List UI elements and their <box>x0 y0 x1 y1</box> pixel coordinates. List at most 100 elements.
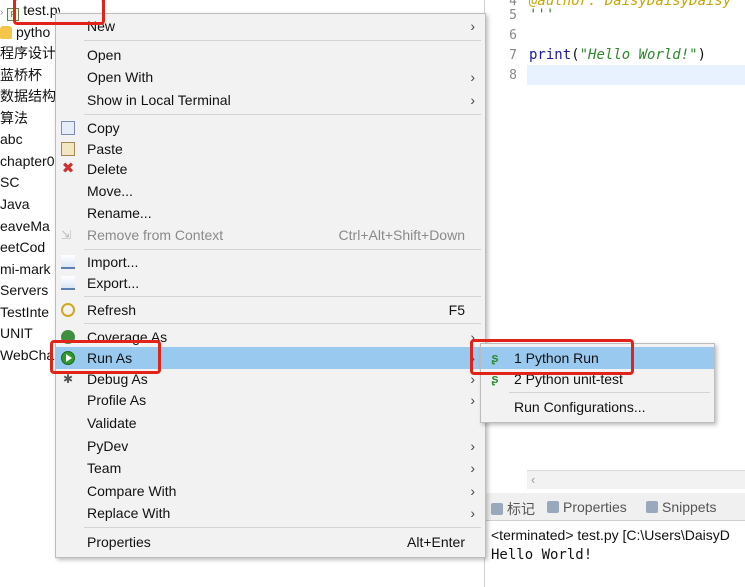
code-line-docstring: ''' <box>529 7 555 23</box>
tree-item-label: TestInte <box>0 304 50 320</box>
menu-item-show-in-local-terminal[interactable]: Show in Local Terminal › <box>56 89 485 111</box>
tree-item[interactable]: SC <box>0 172 19 192</box>
tab-properties[interactable]: Properties <box>547 499 627 515</box>
menu-item-refresh[interactable]: Refresh F5 <box>56 299 485 321</box>
submenu-arrow-icon: › <box>470 392 475 408</box>
menu-item-label: Delete <box>87 161 128 177</box>
tree-item[interactable]: Servers <box>0 280 48 300</box>
tree-item[interactable]: WebCha <box>0 345 54 365</box>
submenu-arrow-icon: › <box>470 483 475 499</box>
coverage-icon <box>61 330 75 344</box>
project-explorer: › Ptest.py pytho 程序设计 蓝桥杯 数据结构 算法 abc ch… <box>0 0 60 587</box>
menu-item-debug-as[interactable]: ✱ Debug As › <box>56 368 485 390</box>
tree-item-label: 蓝桥杯 <box>0 67 42 83</box>
tree-item[interactable]: Java <box>0 194 30 214</box>
menu-item-import[interactable]: Import... <box>56 251 485 273</box>
menu-item-pydev[interactable]: PyDev › <box>56 435 485 457</box>
tree-item[interactable]: eetCod <box>0 237 45 257</box>
console-output: Hello World! <box>491 547 593 563</box>
run-as-submenu: ʂ 1 Python Run ʂ 2 Python unit-test Run Co… <box>480 343 715 423</box>
tree-item[interactable]: mi-mark <box>0 259 51 279</box>
menu-item-coverage-as[interactable]: Coverage As › <box>56 326 485 348</box>
submenu-arrow-icon: › <box>470 505 475 521</box>
refresh-icon <box>61 303 75 317</box>
menu-item-open[interactable]: Open <box>56 44 485 66</box>
menu-item-move[interactable]: Move... <box>56 180 485 202</box>
python-package-icon <box>0 26 12 39</box>
tab-label: Properties <box>563 499 627 515</box>
tree-item[interactable]: 算法 <box>0 108 28 128</box>
python-run-icon: ʂ <box>491 350 499 365</box>
tree-item[interactable]: 数据结构 <box>0 86 56 106</box>
tree-item[interactable]: UNIT <box>0 323 33 343</box>
menu-item-label: Debug As <box>87 371 148 387</box>
submenu-item-python-unit-test[interactable]: ʂ 2 Python unit-test <box>481 368 714 390</box>
tree-item[interactable]: 蓝桥杯 <box>0 65 42 85</box>
tree-item-label: Servers <box>0 282 49 298</box>
copy-icon <box>61 121 75 135</box>
menu-item-label: New <box>87 18 116 34</box>
menu-item-label: Refresh <box>87 302 137 318</box>
menu-item-properties[interactable]: Properties Alt+Enter <box>56 531 485 553</box>
submenu-item-python-run[interactable]: ʂ 1 Python Run <box>481 347 714 369</box>
menu-item-new[interactable]: New › <box>56 15 485 37</box>
menu-item-export[interactable]: Export... <box>56 272 485 294</box>
submenu-arrow-icon: › <box>470 69 475 85</box>
menu-item-label: Run As <box>87 350 133 366</box>
menu-item-copy[interactable]: Copy <box>56 117 485 139</box>
line-number: 7 <box>509 48 517 63</box>
menu-item-label: Team <box>87 460 122 476</box>
menu-item-label: Open With <box>87 69 154 85</box>
menu-item-label: Copy <box>87 120 120 136</box>
tree-item[interactable]: abc <box>0 129 23 149</box>
run-icon <box>61 351 75 365</box>
menu-item-label: Validate <box>87 415 137 431</box>
tree-item[interactable]: 程序设计 <box>0 43 56 63</box>
tab-markers[interactable]: 标记 <box>491 499 535 519</box>
tree-item-label: pytho <box>16 24 51 40</box>
menu-item-label: Properties <box>87 534 151 550</box>
console-tab-bar: 标记 Properties Snippets <box>485 493 745 521</box>
submenu-item-label: 2 Python unit-test <box>514 371 623 387</box>
menu-item-compare-with[interactable]: Compare With › <box>56 480 485 502</box>
menu-item-paste[interactable]: Paste <box>56 138 485 160</box>
menu-item-label: Import... <box>87 254 139 270</box>
menu-separator <box>84 296 481 297</box>
submenu-arrow-icon: › <box>470 329 475 345</box>
menu-item-delete[interactable]: ✖ Delete <box>56 158 485 180</box>
tree-item-test-py[interactable]: › Ptest.py <box>0 0 60 21</box>
menu-item-team[interactable]: Team › <box>56 457 485 479</box>
submenu-item-label: Run Configurations... <box>514 399 646 415</box>
menu-item-label: Compare With <box>87 483 177 499</box>
tree-item[interactable]: eaveMa <box>0 216 50 236</box>
tree-item[interactable]: TestInte <box>0 302 49 322</box>
horizontal-scrollbar[interactable]: ‹ <box>527 470 745 489</box>
properties-icon <box>547 501 559 513</box>
snippets-icon <box>646 501 658 513</box>
submenu-item-run-configurations[interactable]: Run Configurations... <box>481 396 714 418</box>
tree-item[interactable]: chapter0 <box>0 151 54 171</box>
menu-item-label: Move... <box>87 183 133 199</box>
tree-item-python[interactable]: pytho <box>0 22 50 42</box>
menu-item-validate[interactable]: Validate <box>56 412 485 434</box>
menu-separator <box>84 40 481 41</box>
tree-item-label: WebCha <box>0 347 55 363</box>
code-token-paren: ( <box>571 47 580 63</box>
scroll-left-icon[interactable]: ‹ <box>531 472 535 487</box>
tree-item-label: eaveMa <box>0 218 50 234</box>
tree-expand-icon[interactable]: › <box>0 7 3 18</box>
menu-item-open-with[interactable]: Open With › <box>56 66 485 88</box>
menu-item-profile-as[interactable]: Profile As › <box>56 389 485 411</box>
menu-item-rename[interactable]: Rename... <box>56 202 485 224</box>
tree-item-label: 数据结构 <box>0 88 56 104</box>
menu-item-label: Paste <box>87 141 123 157</box>
remove-context-icon: ⇲ <box>61 228 72 242</box>
menu-item-run-as[interactable]: Run As › <box>56 347 485 369</box>
menu-item-label: PyDev <box>87 438 129 454</box>
submenu-arrow-icon: › <box>470 92 475 108</box>
tree-item-label: SC <box>0 174 20 190</box>
tab-snippets[interactable]: Snippets <box>646 499 716 515</box>
console-status: <terminated> test.py [C:\Users\DaisyD <box>491 527 730 543</box>
menu-item-replace-with[interactable]: Replace With › <box>56 502 485 524</box>
tree-item-label: 程序设计 <box>0 45 56 61</box>
